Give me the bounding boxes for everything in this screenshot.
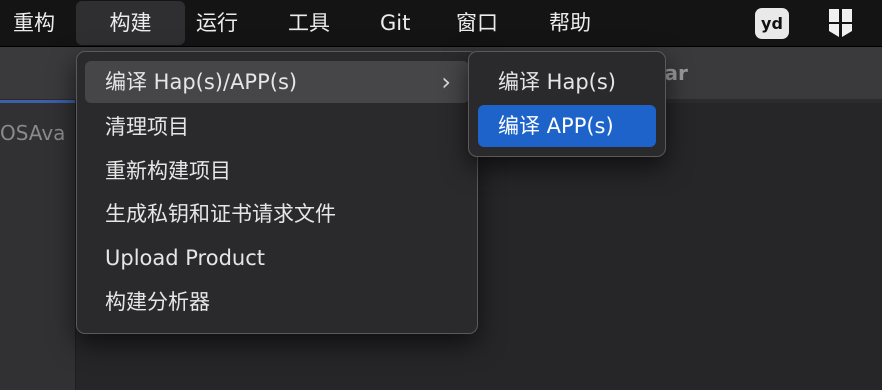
menu-item-build-hap-app[interactable]: 编译 Hap(s)/APP(s) › — [85, 61, 469, 103]
menu-help[interactable]: 帮助 — [549, 0, 591, 46]
app-logo-icon[interactable] — [826, 7, 856, 39]
menu-item-clean-project[interactable]: 清理项目 — [85, 106, 469, 148]
sidebar-file-label[interactable]: OSAva — [0, 121, 65, 145]
submenu-item-build-app[interactable]: 编译 APP(s) — [478, 105, 656, 147]
chevron-right-icon: › — [441, 68, 451, 96]
menu-item-generate-key-csr[interactable]: 生成私钥和证书请求文件 — [85, 193, 469, 235]
build-menu-dropdown: 编译 Hap(s)/APP(s) › 清理项目 重新构建项目 生成私钥和证书请求… — [76, 51, 478, 334]
menu-item-upload-product[interactable]: Upload Product — [85, 237, 469, 279]
menu-item-label: 编译 Hap(s)/APP(s) — [105, 70, 298, 94]
menu-refactor[interactable]: 重构 — [13, 0, 55, 46]
submenu-item-build-hap[interactable]: 编译 Hap(s) — [478, 61, 656, 103]
app-sidebar — [0, 103, 76, 390]
build-submenu: 编译 Hap(s) 编译 APP(s) — [468, 51, 666, 157]
menu-tools[interactable]: 工具 — [288, 0, 330, 46]
menu-git[interactable]: Git — [380, 0, 410, 46]
menu-run[interactable]: 运行 — [196, 0, 238, 46]
menu-item-build-analyzer[interactable]: 构建分析器 — [85, 281, 469, 323]
youdao-dict-icon[interactable]: yd — [755, 8, 789, 39]
menu-build[interactable]: 构建 — [76, 1, 185, 45]
menu-item-rebuild-project[interactable]: 重新构建项目 — [85, 150, 469, 192]
menu-window[interactable]: 窗口 — [456, 0, 498, 46]
menu-bar: 重构 构建 运行 工具 Git 窗口 帮助 yd — [0, 0, 882, 47]
